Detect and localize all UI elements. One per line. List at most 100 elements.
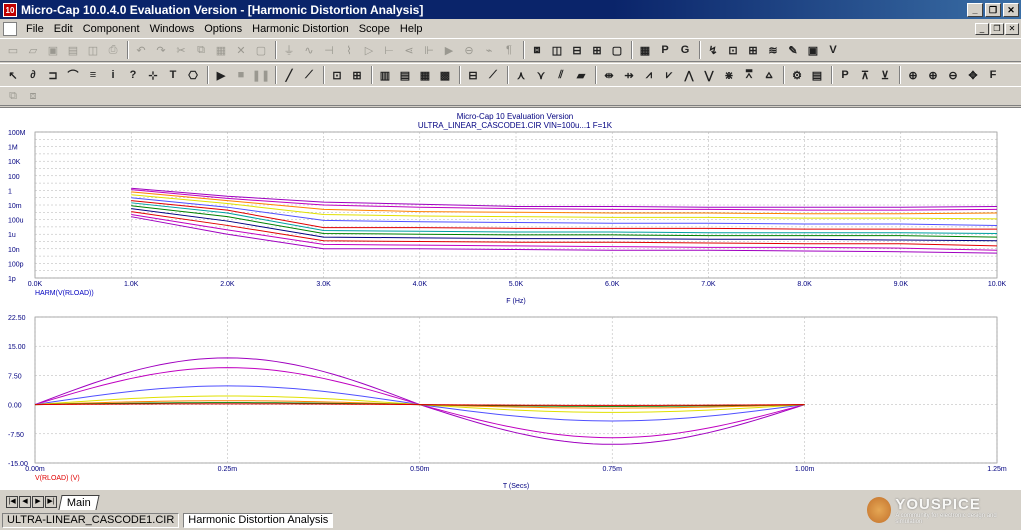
cursor-icon[interactable]: ⟋	[484, 66, 502, 84]
stepping-icon[interactable]: ⊡	[724, 41, 742, 59]
grid-icon[interactable]: ⊞	[744, 41, 762, 59]
menu-scope[interactable]: Scope	[354, 23, 395, 35]
menu-edit[interactable]: Edit	[49, 23, 78, 35]
minimize-button[interactable]: _	[967, 2, 983, 17]
right-cursor-icon[interactable]: ⇸	[620, 66, 638, 84]
inflection-icon[interactable]: ⋇	[720, 66, 738, 84]
tag-icon[interactable]: ⊼	[856, 66, 874, 84]
probe-icon[interactable]: ¶	[500, 41, 518, 59]
font-icon[interactable]: F	[984, 66, 1002, 84]
paste-icon[interactable]: ▦	[212, 41, 230, 59]
last-tab-icon[interactable]: ▶|	[45, 496, 57, 508]
point-icon[interactable]: ⊹	[144, 66, 162, 84]
open-icon[interactable]: ▱	[24, 41, 42, 59]
select-arrow-icon[interactable]: ↖	[4, 66, 22, 84]
bode-icon[interactable]: ▰	[572, 66, 590, 84]
pause-icon[interactable]: ❚❚	[252, 66, 270, 84]
p-icon[interactable]: P	[656, 41, 674, 59]
menu-options[interactable]: Options	[199, 23, 247, 35]
split-icon[interactable]: ⊞	[588, 41, 606, 59]
mdi-close-button[interactable]: ✕	[1005, 22, 1019, 35]
plot-area[interactable]: Micro-Cap 10 Evaluation Version ULTRA_LI…	[0, 107, 1021, 490]
text-mode-icon[interactable]: ⊐	[44, 66, 62, 84]
document-icon[interactable]	[3, 21, 17, 36]
step-icon[interactable]: ⧉	[4, 87, 22, 105]
resistor-icon[interactable]: ∿	[300, 41, 318, 59]
zoom-out-icon[interactable]: ⊖	[944, 66, 962, 84]
delete-icon[interactable]: ✕	[232, 41, 250, 59]
high-icon[interactable]: ⋀	[680, 66, 698, 84]
menu-windows[interactable]: Windows	[145, 23, 200, 35]
settings-icon[interactable]: ⚙	[788, 66, 806, 84]
plot-icon[interactable]: ▣	[804, 41, 822, 59]
line-icon[interactable]: ╱	[280, 66, 298, 84]
node-icon[interactable]: ∂	[24, 66, 42, 84]
undo-icon[interactable]: ↶	[132, 41, 150, 59]
plot-svg[interactable]: Micro-Cap 10 Evaluation Version ULTRA_LI…	[0, 108, 1021, 491]
minor-grid-icon[interactable]: ▦	[416, 66, 434, 84]
inductor-icon[interactable]: ⌇	[340, 41, 358, 59]
properties-icon[interactable]: P	[836, 66, 854, 84]
stop-icon[interactable]: ■	[232, 66, 250, 84]
cut-icon[interactable]: ✂	[172, 41, 190, 59]
major-grid-icon[interactable]: ▩	[436, 66, 454, 84]
source-icon[interactable]: ⊖	[460, 41, 478, 59]
graphics-icon[interactable]: ⎔	[184, 66, 202, 84]
table-icon[interactable]: ⊞	[348, 66, 366, 84]
menu-component[interactable]: Component	[78, 23, 145, 35]
status-file[interactable]: ULTRA-LINEAR_CASCODE1.CIR	[2, 513, 180, 528]
zoom-in-icon[interactable]: ⊕	[924, 66, 942, 84]
save-icon[interactable]: ▣	[44, 41, 62, 59]
restore-button[interactable]: ❐	[985, 2, 1001, 17]
window-icon[interactable]: ▢	[608, 41, 626, 59]
battery-icon[interactable]: ⊢	[380, 41, 398, 59]
switch-icon[interactable]: ⌁	[480, 41, 498, 59]
menu-file[interactable]: File	[21, 23, 49, 35]
rows-icon[interactable]: ▤	[396, 66, 414, 84]
capacitor-icon[interactable]: ⊣	[320, 41, 338, 59]
prev-tab-icon[interactable]: ◀	[19, 496, 31, 508]
mdi-minimize-button[interactable]: _	[975, 22, 989, 35]
next-valley-icon[interactable]: ⩗	[660, 66, 678, 84]
vt-icon[interactable]: V	[824, 41, 842, 59]
npn-icon[interactable]: ⋖	[400, 41, 418, 59]
valley-icon[interactable]: ⋎	[532, 66, 550, 84]
copy-icon[interactable]: ⧉	[192, 41, 210, 59]
slope-icon[interactable]: ⫽	[552, 66, 570, 84]
mdi-restore-button[interactable]: ❐	[990, 22, 1004, 35]
tag-horizontal-icon[interactable]: ⊻	[876, 66, 894, 84]
scale-icon[interactable]: ⊡	[328, 66, 346, 84]
low-icon[interactable]: ⋁	[700, 66, 718, 84]
redo-icon[interactable]: ↷	[152, 41, 170, 59]
print-preview-icon[interactable]: ◫	[84, 41, 102, 59]
next-peak-icon[interactable]: ⩘	[640, 66, 658, 84]
diagonal-icon[interactable]: ⟋	[300, 66, 318, 84]
close-button[interactable]: ✕	[1003, 2, 1019, 17]
baseline-icon[interactable]: ⊟	[464, 66, 482, 84]
new-icon[interactable]: ▭	[4, 41, 22, 59]
g-icon[interactable]: G	[676, 41, 694, 59]
waveform-icon[interactable]: ≋	[764, 41, 782, 59]
tile-horizontal-icon[interactable]: ⊟	[568, 41, 586, 59]
first-tab-icon[interactable]: |◀	[6, 496, 18, 508]
play-icon[interactable]: ▶	[212, 66, 230, 84]
tile-vertical-icon[interactable]: ◫	[548, 41, 566, 59]
menu-harmonic-distortion[interactable]: Harmonic Distortion	[247, 23, 354, 35]
step-next-icon[interactable]: ⧈	[24, 87, 42, 105]
app-icon[interactable]: 10	[3, 2, 17, 17]
global-low-icon[interactable]: ⩟	[760, 66, 778, 84]
info-icon[interactable]: i	[104, 66, 122, 84]
wire-icon[interactable]: ⌒	[64, 66, 82, 84]
save-all-icon[interactable]: ▤	[64, 41, 82, 59]
tile-cascade-icon[interactable]: ⧈	[528, 41, 546, 59]
numeric-icon[interactable]: ▤	[808, 66, 826, 84]
run-icon[interactable]: ↯	[704, 41, 722, 59]
pan-icon[interactable]: ✥	[964, 66, 982, 84]
help-icon[interactable]: ?	[124, 66, 142, 84]
title-bar[interactable]: 10 Micro-Cap 10.0.4.0 Evaluation Version…	[0, 0, 1021, 19]
columns-icon[interactable]: ▥	[376, 66, 394, 84]
menu-help[interactable]: Help	[395, 23, 428, 35]
pen-icon[interactable]: ✎	[784, 41, 802, 59]
ground-icon[interactable]: ⏚	[280, 41, 298, 59]
peak-icon[interactable]: ⋏	[512, 66, 530, 84]
